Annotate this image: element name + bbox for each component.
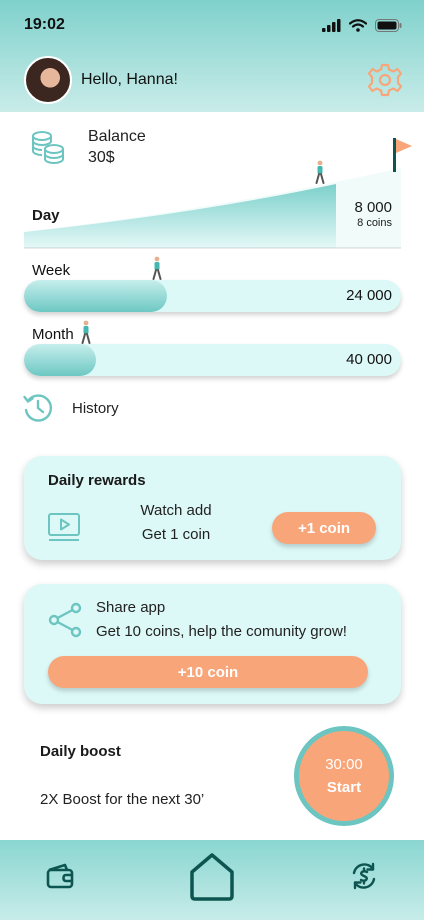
- status-icons: [322, 18, 402, 32]
- week-value: 24 000: [346, 287, 392, 304]
- greeting-text: Hello, Hanna!: [81, 71, 178, 88]
- day-label: Day: [32, 207, 60, 224]
- walker-icon: [315, 160, 325, 184]
- status-time: 19:02: [24, 16, 65, 33]
- bottom-nav: [0, 840, 424, 920]
- daily-boost-title: Daily boost: [40, 743, 121, 760]
- video-icon: [48, 513, 80, 541]
- history-button[interactable]: History: [22, 392, 119, 424]
- walker-icon: [152, 256, 162, 280]
- walker-icon: [81, 320, 91, 344]
- avatar[interactable]: [24, 56, 72, 104]
- watch-ad-button[interactable]: +1 coin: [272, 512, 376, 544]
- wifi-icon: [349, 18, 367, 32]
- exchange-icon[interactable]: [350, 862, 378, 890]
- boost-start-label: Start: [326, 779, 362, 796]
- share-icon: [48, 602, 82, 638]
- share-app-button[interactable]: +10 coin: [48, 656, 368, 688]
- day-coins: 8 coins: [357, 217, 392, 229]
- daily-rewards-card: Daily rewards Watch add Get 1 coin +1 co…: [24, 456, 401, 560]
- battery-icon: [375, 18, 402, 32]
- daily-rewards-title: Daily rewards: [48, 472, 146, 489]
- month-label: Month: [32, 326, 74, 343]
- day-progress-card[interactable]: Day 8 000 8 coins: [24, 138, 412, 249]
- greeting-row: Hello, Hanna!: [24, 56, 402, 104]
- home-icon[interactable]: [189, 852, 235, 902]
- daily-boost-subtitle: 2X Boost for the next 30’: [40, 791, 205, 808]
- share-subtitle: Get 10 coins, help the comunity grow!: [96, 623, 347, 640]
- month-progress-fill: [24, 344, 96, 376]
- history-icon: [23, 394, 53, 422]
- signal-icon: [322, 18, 341, 32]
- flag-icon: [393, 138, 412, 172]
- week-progress-bar[interactable]: 24 000: [24, 280, 401, 312]
- gear-icon[interactable]: [368, 63, 402, 97]
- day-value: 8 000: [354, 199, 392, 216]
- month-progress-bar[interactable]: 40 000: [24, 344, 401, 376]
- week-label: Week: [32, 262, 71, 279]
- reward-line-2: Get 1 coin: [141, 526, 211, 543]
- wallet-icon[interactable]: [46, 862, 74, 890]
- boost-timer: 30:00: [325, 756, 363, 773]
- share-app-card: Share app Get 10 coins, help the comunit…: [24, 584, 401, 704]
- day-slope-graphic: [24, 168, 401, 249]
- balance-label: Balance: [88, 128, 146, 145]
- share-title: Share app: [96, 599, 166, 616]
- history-label: History: [72, 399, 119, 417]
- week-progress-fill: [24, 280, 167, 312]
- month-value: 40 000: [346, 351, 392, 368]
- boost-start-button[interactable]: 30:00 Start: [294, 726, 394, 826]
- reward-line-1: Watch add: [140, 502, 212, 519]
- status-bar: 19:02: [0, 0, 424, 50]
